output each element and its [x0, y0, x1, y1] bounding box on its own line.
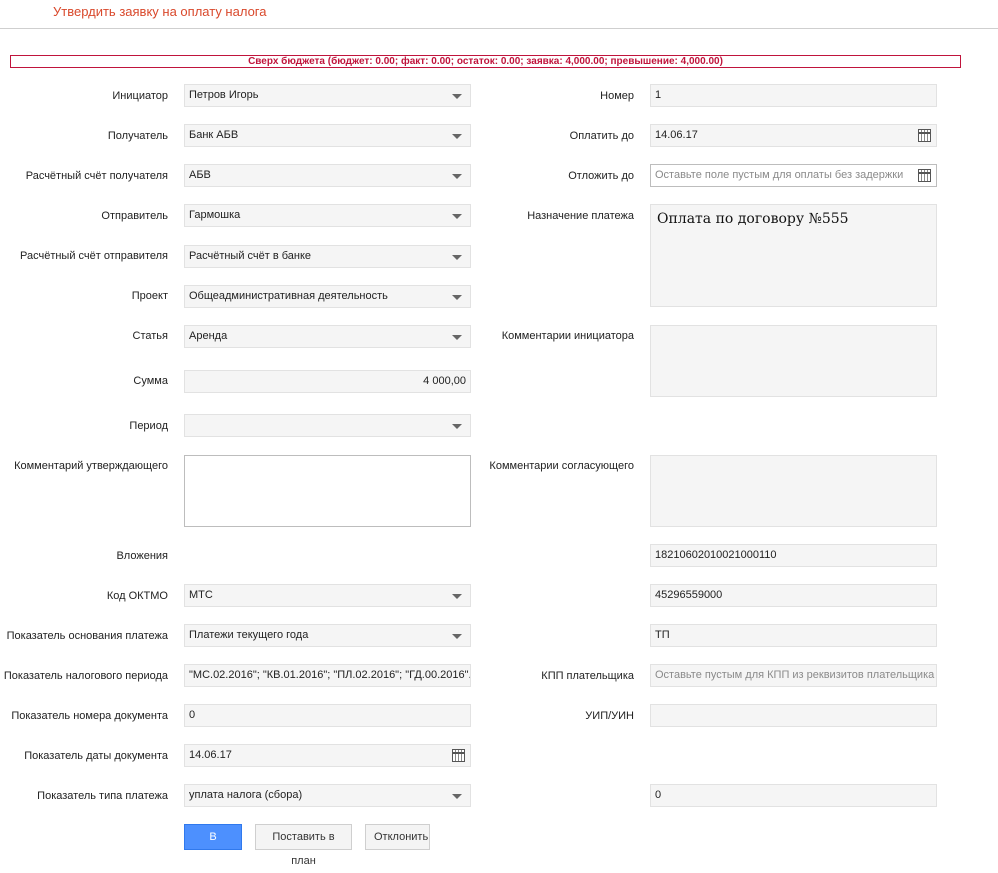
page-title: Утвердить заявку на оплату налога — [53, 4, 267, 19]
recipient-account-select[interactable]: АБВ — [184, 164, 471, 187]
basis-select[interactable]: Платежи текущего года — [184, 624, 471, 647]
chevron-down-icon — [452, 634, 462, 639]
pay-by-value: 14.06.17 — [655, 129, 698, 141]
uip-input[interactable] — [650, 704, 937, 727]
calendar-icon[interactable] — [918, 169, 931, 182]
number-label: Номер — [600, 90, 634, 102]
chevron-down-icon — [452, 424, 462, 429]
calendar-icon[interactable] — [452, 749, 465, 762]
budget-warning: Сверх бюджета (бюджет: 0.00; факт: 0.00;… — [10, 55, 961, 68]
pay-by-input[interactable]: 14.06.17 — [650, 124, 937, 147]
sender-account-label: Расчётный счёт отправителя — [20, 250, 168, 262]
doc-number-label: Показатель номера документа — [11, 710, 168, 722]
pay-button[interactable]: В оплату — [184, 824, 242, 867]
article-label: Статья — [132, 330, 168, 342]
amount-label: Сумма — [133, 375, 168, 387]
recipient-select[interactable]: Банк АБВ — [184, 124, 471, 147]
basis-value: Платежи текущего года — [189, 629, 309, 641]
chevron-down-icon — [452, 794, 462, 799]
tp-input[interactable]: ТП — [650, 624, 937, 647]
attachments-label: Вложения — [116, 550, 168, 562]
kpp-label: КПП плательщика — [541, 670, 634, 682]
doc-date-input[interactable]: 14.06.17 — [184, 744, 471, 767]
initiator-select[interactable]: Петров Игорь — [184, 84, 471, 107]
oktmo-value: МТС — [189, 589, 213, 601]
kpp-input[interactable]: Оставьте пустым для КПП из реквизитов пл… — [650, 664, 937, 687]
agreeer-comments-textarea[interactable] — [650, 455, 937, 527]
approver-comment-label: Комментарий утверждающего — [14, 460, 168, 472]
recipient-value: Банк АБВ — [189, 129, 239, 141]
chevron-down-icon — [452, 594, 462, 599]
recipient-account-label: Расчётный счёт получателя — [25, 170, 168, 182]
purpose-label: Назначение платежа — [527, 210, 634, 222]
project-select[interactable]: Общеадминистративная деятельность — [184, 285, 471, 308]
tax-period-input[interactable]: "МС.02.2016"; "КВ.01.2016"; "ПЛ.02.2016"… — [184, 664, 471, 687]
period-label: Период — [129, 420, 168, 432]
sender-account-value: Расчётный счёт в банке — [189, 250, 312, 262]
chevron-down-icon — [452, 134, 462, 139]
kpp-placeholder: Оставьте пустым для КПП из реквизитов пл… — [655, 669, 935, 681]
project-label: Проект — [131, 290, 168, 302]
doc-date-label: Показатель даты документа — [24, 750, 168, 762]
postpone-label: Отложить до — [568, 170, 634, 182]
tax-period-label: Показатель налогового периода — [3, 670, 168, 682]
kbk-input[interactable]: 18210602010021000110 — [650, 544, 937, 567]
agreeer-comments-label: Комментарии согласующего — [489, 460, 634, 472]
payment-type-select[interactable]: уплата налога (сбора) — [184, 784, 471, 807]
article-select[interactable]: Аренда — [184, 325, 471, 348]
postpone-input[interactable]: Оставьте поле пустым для оплаты без заде… — [650, 164, 937, 187]
doc-number-input[interactable]: 0 — [184, 704, 471, 727]
chevron-down-icon — [452, 174, 462, 179]
sender-select[interactable]: Гармошка — [184, 204, 471, 227]
chevron-down-icon — [452, 255, 462, 260]
type-code-input[interactable]: 0 — [650, 784, 937, 807]
calendar-icon[interactable] — [918, 129, 931, 142]
initiator-label: Инициатор — [112, 90, 168, 102]
pay-by-label: Оплатить до — [569, 130, 634, 142]
purpose-value: Оплата по договору №555 — [657, 211, 849, 227]
sender-label: Отправитель — [101, 210, 168, 222]
purpose-textarea[interactable]: Оплата по договору №555 — [650, 204, 937, 307]
sender-value: Гармошка — [189, 209, 241, 221]
initiator-comments-label: Комментарии инициатора — [501, 330, 634, 342]
approver-comment-textarea[interactable] — [184, 455, 471, 527]
doc-date-value: 14.06.17 — [189, 749, 232, 761]
sender-account-select[interactable]: Расчётный счёт в банке — [184, 245, 471, 268]
oktmo-code-input[interactable]: 45296559000 — [650, 584, 937, 607]
payment-type-label: Показатель типа платежа — [37, 790, 168, 802]
payment-type-value: уплата налога (сбора) — [189, 789, 303, 801]
chevron-down-icon — [452, 94, 462, 99]
chevron-down-icon — [452, 295, 462, 300]
top-bar: Утвердить заявку на оплату налога — [0, 0, 998, 29]
oktmo-select[interactable]: МТС — [184, 584, 471, 607]
recipient-label: Получатель — [107, 130, 168, 142]
amount-input[interactable]: 4 000,00 — [184, 370, 471, 393]
number-input[interactable]: 1 — [650, 84, 937, 107]
initiator-value: Петров Игорь — [189, 89, 259, 101]
basis-label: Показатель основания платежа — [6, 630, 168, 642]
chevron-down-icon — [452, 335, 462, 340]
project-value: Общеадминистративная деятельность — [189, 290, 388, 302]
postpone-placeholder: Оставьте поле пустым для оплаты без заде… — [655, 169, 904, 181]
article-value: Аренда — [189, 330, 228, 342]
initiator-comments-textarea[interactable] — [650, 325, 937, 397]
uip-label: УИП/УИН — [585, 710, 634, 722]
chevron-down-icon — [452, 214, 462, 219]
plan-button[interactable]: Поставить в план — [255, 824, 352, 867]
reject-button[interactable]: Отклонить — [365, 824, 430, 850]
period-select[interactable] — [184, 414, 471, 437]
recipient-account-value: АБВ — [189, 169, 211, 181]
oktmo-label: Код ОКТМО — [106, 590, 168, 602]
